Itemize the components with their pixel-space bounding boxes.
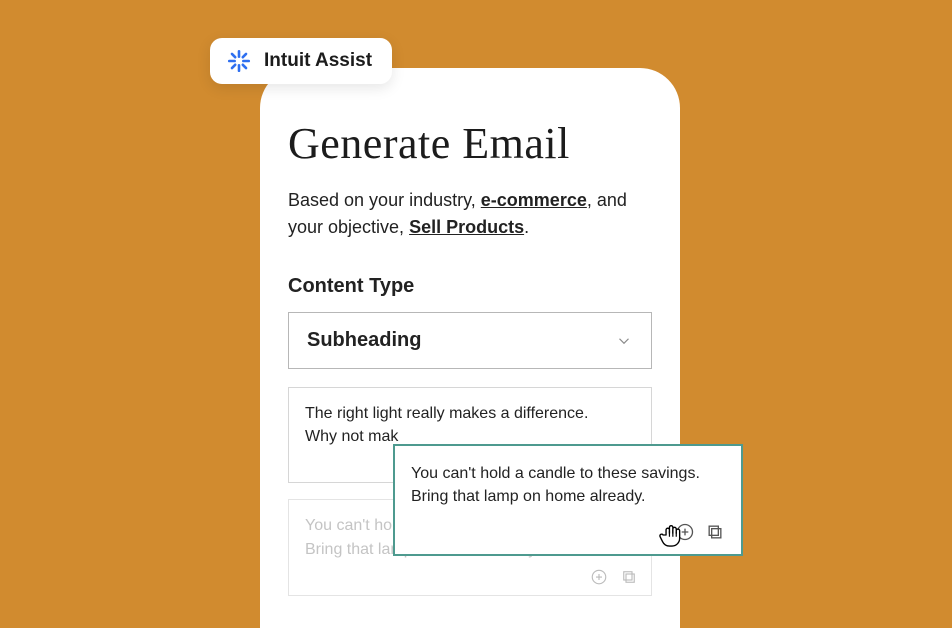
suggestion-text: You can't ho xyxy=(305,517,392,534)
sparkle-icon xyxy=(226,48,252,74)
intuit-assist-badge: Intuit Assist xyxy=(210,38,392,84)
industry-link[interactable]: e-commerce xyxy=(481,190,587,210)
chevron-down-icon xyxy=(615,332,633,350)
add-icon[interactable] xyxy=(589,567,609,587)
subtitle-text: Based on your industry, xyxy=(288,190,481,210)
page-title: Generate Email xyxy=(288,118,652,169)
select-value: Subheading xyxy=(307,329,421,352)
grab-cursor-icon xyxy=(655,518,689,552)
objective-link[interactable]: Sell Products xyxy=(409,217,524,237)
page-subtitle: Based on your industry, e-commerce, and … xyxy=(288,187,652,241)
suggestion-tooltip[interactable]: You can't hold a candle to these savings… xyxy=(393,444,743,556)
tooltip-text: You can't hold a candle to these savings… xyxy=(411,465,700,482)
tooltip-text: Bring that lamp on home already. xyxy=(411,488,646,505)
card-actions xyxy=(589,567,639,587)
copy-icon[interactable] xyxy=(619,567,639,587)
content-type-label: Content Type xyxy=(288,275,652,298)
subtitle-text: . xyxy=(524,217,529,237)
suggestion-text: Why not mak xyxy=(305,428,398,445)
suggestion-text: The right light really makes a differenc… xyxy=(305,405,588,422)
badge-label: Intuit Assist xyxy=(264,50,372,72)
copy-icon[interactable] xyxy=(705,522,725,542)
content-type-select[interactable]: Subheading xyxy=(288,312,652,369)
